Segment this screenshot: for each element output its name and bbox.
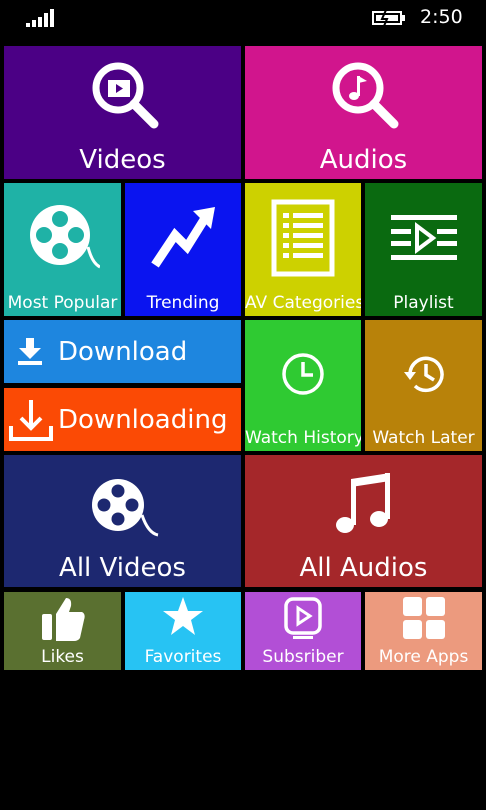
- battery-charging-icon: [372, 10, 405, 26]
- download-label: Download: [58, 336, 188, 367]
- playlist-label: Playlist: [393, 293, 454, 313]
- signal-strength-icon: [26, 9, 54, 27]
- subscribe-play-icon: [284, 597, 322, 639]
- videos-label: Videos: [79, 145, 166, 175]
- film-reel-icon: [92, 479, 159, 537]
- most-popular-label: Most Popular: [7, 293, 118, 313]
- film-reel-icon: [30, 205, 100, 269]
- av-categories-label: AV Categories: [245, 293, 361, 313]
- likes-label: Likes: [41, 647, 84, 667]
- downloading-tile[interactable]: Downloading: [4, 388, 241, 451]
- download-icon: [18, 338, 42, 365]
- more-apps-tile[interactable]: More Apps: [365, 592, 482, 670]
- star-icon: [163, 597, 203, 635]
- clock-icon: [282, 353, 324, 395]
- clock-time: 2:50: [420, 6, 463, 28]
- favorites-label: Favorites: [144, 647, 222, 667]
- all-audios-tile[interactable]: All Audios: [245, 455, 482, 587]
- watch-history-label: Watch History: [245, 428, 361, 448]
- watch-later-tile[interactable]: Watch Later: [365, 320, 482, 451]
- videos-tile[interactable]: Videos: [4, 46, 241, 179]
- categories-list-icon: [271, 199, 335, 277]
- watch-later-label: Watch Later: [372, 428, 475, 448]
- audio-search-icon: [332, 62, 399, 129]
- download-tile[interactable]: Download: [4, 320, 241, 383]
- history-clock-icon: [404, 356, 444, 393]
- av-categories-tile[interactable]: AV Categories: [245, 183, 361, 316]
- thumbs-up-icon: [42, 598, 85, 641]
- all-videos-label: All Videos: [59, 553, 186, 583]
- playlist-tile[interactable]: Playlist: [365, 183, 482, 316]
- trending-tile[interactable]: Trending: [125, 183, 241, 316]
- all-audios-label: All Audios: [299, 553, 428, 583]
- all-videos-tile[interactable]: All Videos: [4, 455, 241, 587]
- audios-label: Audios: [319, 145, 408, 175]
- favorites-tile[interactable]: Favorites: [125, 592, 241, 670]
- video-search-icon: [92, 62, 159, 129]
- trending-label: Trending: [146, 293, 220, 313]
- likes-tile[interactable]: Likes: [4, 592, 121, 670]
- downloading-label: Downloading: [58, 404, 228, 435]
- status-bar: 2:50: [0, 0, 486, 36]
- audios-tile[interactable]: Audios: [245, 46, 482, 179]
- trending-up-arrow-icon: [151, 207, 215, 268]
- playlist-icon: [391, 215, 457, 260]
- subscriber-tile[interactable]: Subsriber: [245, 592, 361, 670]
- most-popular-tile[interactable]: Most Popular: [4, 183, 121, 316]
- music-note-icon: [336, 473, 390, 533]
- downloading-tray-icon: [9, 400, 53, 441]
- more-apps-label: More Apps: [378, 647, 469, 667]
- watch-history-tile[interactable]: Watch History: [245, 320, 361, 451]
- subscriber-label: Subsriber: [262, 647, 344, 667]
- apps-grid-icon: [403, 597, 445, 639]
